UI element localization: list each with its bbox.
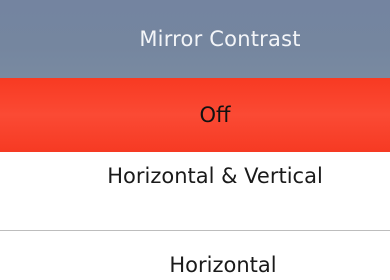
mirror-contrast-screen: Mirror Contrast Off Horizontal & Vertica… <box>0 0 390 280</box>
menu-title: Mirror Contrast <box>139 27 301 51</box>
option-label: Off <box>199 103 231 127</box>
menu-header: Mirror Contrast <box>0 0 390 78</box>
option-off[interactable]: Off <box>0 78 390 152</box>
option-label: Horizontal <box>169 253 277 277</box>
option-horizontal-and-vertical[interactable]: Horizontal & Vertical <box>0 152 390 210</box>
option-horizontal[interactable]: Horizontal <box>0 231 390 280</box>
option-label: Horizontal & Vertical <box>107 164 323 188</box>
